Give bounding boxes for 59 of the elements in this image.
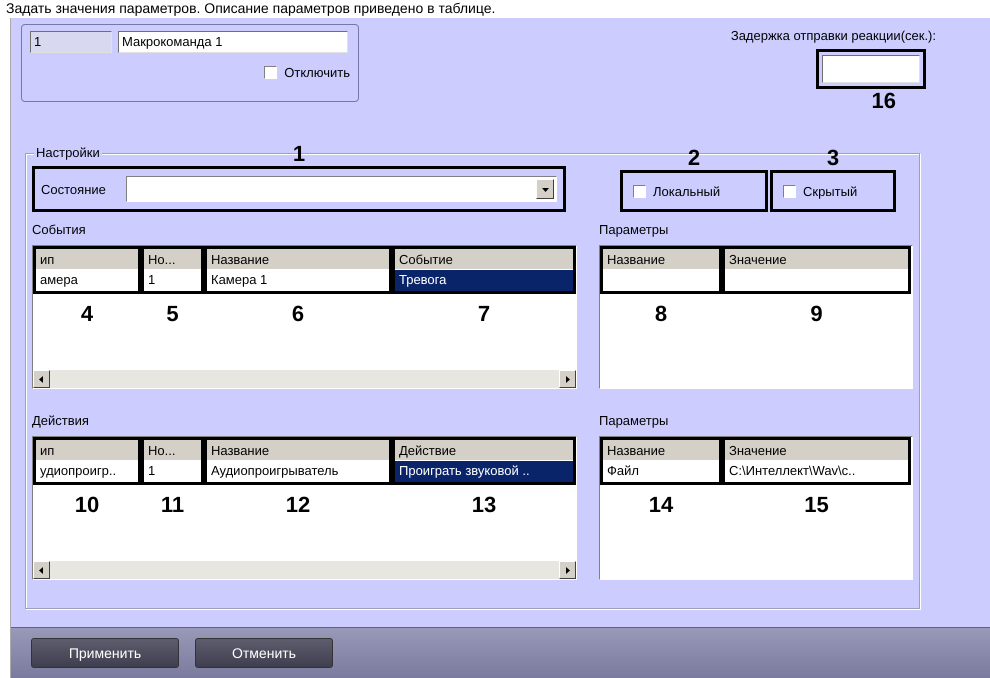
callout-number: 6 — [292, 302, 304, 326]
column-header[interactable]: Но... — [144, 440, 201, 461]
callout-number: 2 — [688, 146, 700, 170]
callout-number: 3 — [826, 146, 840, 170]
cancel-button[interactable]: Отменить — [195, 638, 333, 668]
column-header[interactable]: Название — [603, 440, 719, 461]
column-header[interactable]: Название — [603, 249, 719, 270]
column-header[interactable]: ип — [36, 440, 138, 461]
callout-number: 1 — [292, 142, 306, 166]
section-title: Действия — [32, 413, 90, 428]
delay-label: Задержка отправки реакции(сек.): — [730, 28, 936, 43]
callout-number: 15 — [804, 493, 829, 517]
instruction-text: Задать значения параметров. Описание параметров приведено в таблице. — [5, 0, 496, 18]
callout-number: 11 — [160, 493, 184, 517]
callout-number: 12 — [286, 493, 310, 517]
name-field[interactable]: Макрокоманда 1 — [118, 31, 348, 53]
callout-number: 7 — [478, 302, 490, 326]
scroll-right-button[interactable] — [559, 370, 576, 388]
horizontal-scrollbar[interactable] — [33, 370, 576, 388]
table-cell[interactable]: Тревога — [395, 270, 573, 291]
scroll-right-button[interactable] — [559, 561, 576, 579]
column-header[interactable]: Действие — [395, 440, 573, 461]
callout-number: 9 — [810, 302, 823, 326]
state-dropdown[interactable] — [126, 176, 557, 202]
callout-number: 10 — [74, 493, 100, 517]
column-header[interactable]: ип — [36, 249, 138, 270]
checkbox[interactable]: Скрытый — [783, 184, 858, 198]
arrow-left-icon — [38, 376, 45, 382]
column-header[interactable]: Название — [207, 440, 389, 461]
callout-number: 16 — [872, 88, 896, 113]
table-cell[interactable]: Проиграть звуковой .. — [395, 461, 573, 482]
checkbox[interactable]: Отключить — [264, 65, 350, 80]
dropdown-button[interactable] — [536, 179, 554, 199]
callout-number: 13 — [472, 493, 496, 517]
apply-button[interactable]: Применить — [31, 638, 179, 668]
callout-number: 14 — [648, 493, 674, 517]
column-header[interactable]: Название — [207, 249, 389, 270]
delay-field[interactable] — [822, 55, 920, 83]
column-header[interactable]: Но... — [144, 249, 201, 270]
scroll-left-button[interactable] — [33, 561, 50, 579]
section-title: Параметры — [599, 413, 670, 428]
callout-number: 5 — [166, 302, 179, 326]
column-header[interactable]: Событие — [395, 249, 573, 270]
section-title: Параметры — [599, 222, 670, 237]
horizontal-scrollbar[interactable] — [33, 561, 576, 579]
callout-number: 8 — [654, 302, 668, 326]
arrow-left-icon — [38, 566, 45, 574]
arrow-right-icon — [564, 376, 571, 382]
column-header[interactable]: Значение — [725, 249, 908, 270]
scroll-left-button[interactable] — [33, 370, 50, 388]
section-title: События — [32, 222, 87, 237]
state-label: Состояние — [41, 182, 106, 196]
callout-number: 4 — [80, 302, 94, 326]
group-title: Настройки — [34, 145, 102, 160]
checkbox[interactable]: Локальный — [633, 184, 720, 198]
caret-down-icon — [542, 186, 548, 192]
arrow-right-icon — [564, 566, 571, 574]
column-header[interactable]: Значение — [725, 440, 908, 461]
number-field[interactable]: 1 — [30, 31, 112, 53]
